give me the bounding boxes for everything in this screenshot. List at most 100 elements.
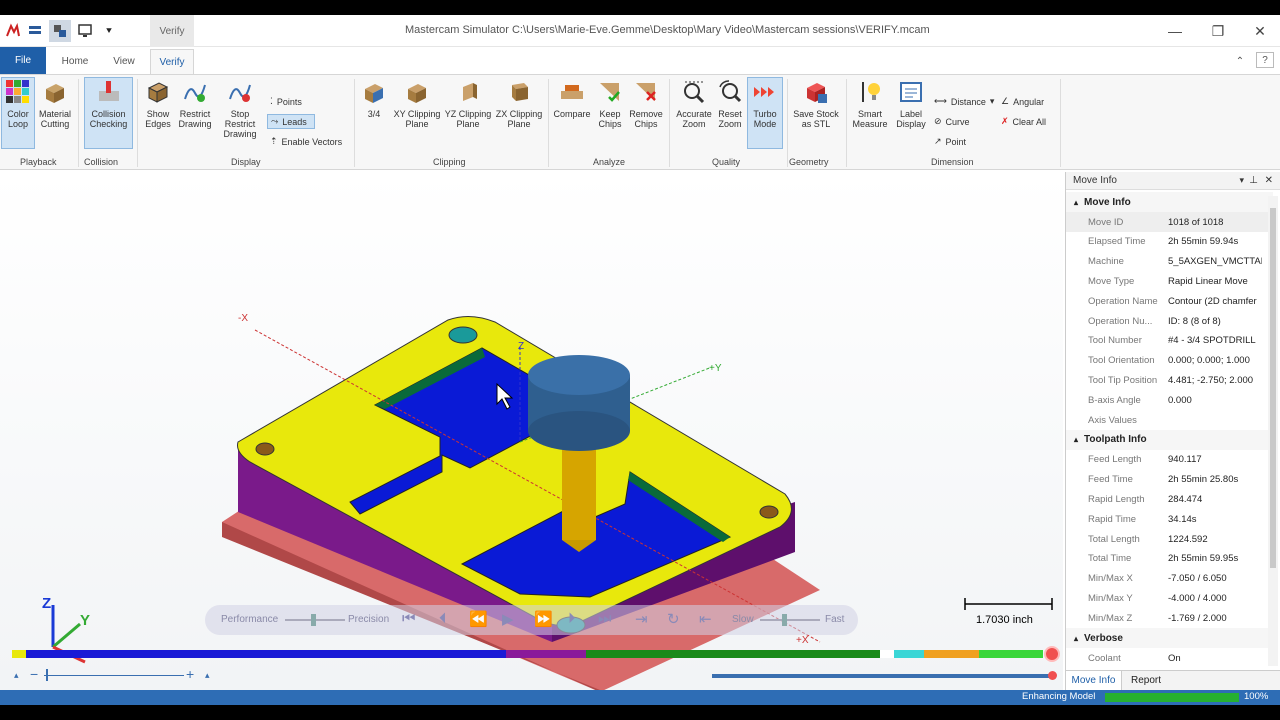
xy-clipping-plane-button[interactable]: XY Clipping Plane — [392, 78, 442, 129]
zoom-slider-thumb[interactable] — [46, 669, 48, 681]
property-section-header[interactable]: ▴ Move Info — [1066, 192, 1273, 212]
close-icon[interactable]: ✕ — [1246, 19, 1274, 43]
property-row[interactable]: Move ID 1018 of 1018 — [1066, 212, 1273, 232]
move-step-icon[interactable]: ⇥ — [635, 610, 648, 628]
operation-timeline[interactable] — [12, 650, 1057, 658]
curve-button[interactable]: ⊘ Curve — [934, 116, 970, 127]
collision-checking-button[interactable]: Collision Checking — [84, 77, 133, 149]
collapse-section-icon[interactable]: ▴ — [1074, 435, 1078, 444]
collapse-ribbon-icon[interactable]: ⌃ — [1232, 49, 1248, 74]
label-display-button[interactable]: Label Display — [892, 78, 930, 129]
show-edges-button[interactable]: Show Edges — [142, 78, 174, 129]
property-row[interactable]: Axis Values — [1066, 410, 1273, 430]
property-row[interactable]: Min/Max X -7.050 / 6.050 — [1066, 569, 1273, 589]
group-label-clipping: Clipping — [433, 157, 466, 167]
property-row[interactable]: Move Type Rapid Linear Move — [1066, 271, 1273, 291]
property-row[interactable]: Operation Nu... ID: 8 (8 of 8) — [1066, 311, 1273, 331]
property-row[interactable]: Coolant On — [1066, 648, 1273, 668]
reset-zoom-button[interactable]: Reset Zoom — [714, 78, 746, 129]
property-row[interactable]: Feed Length 940.117 — [1066, 450, 1273, 470]
zoom-slider[interactable] — [44, 675, 184, 676]
property-row[interactable]: B-axis Angle 0.000 — [1066, 390, 1273, 410]
property-key: B-axis Angle — [1088, 394, 1141, 406]
step-forward-icon[interactable]: ⏵ — [568, 610, 576, 627]
accurate-zoom-button[interactable]: Accurate Zoom — [675, 78, 713, 129]
panel-close-icon[interactable]: ✕ — [1265, 175, 1273, 186]
clear-all-button[interactable]: ✗ Clear All — [1001, 116, 1046, 127]
zoom-in-small-icon[interactable]: ▴ — [205, 670, 210, 681]
stop-restrict-drawing-button[interactable]: Stop Restrict Drawing — [215, 78, 265, 139]
property-row[interactable]: Rapid Time 34.14s — [1066, 509, 1273, 529]
quality-slider-thumb[interactable] — [311, 614, 316, 626]
yz-clipping-plane-button[interactable]: YZ Clipping Plane — [443, 78, 493, 129]
panel-scrollbar[interactable] — [1268, 196, 1278, 666]
enable-vectors-button[interactable]: ⇡ Enable Vectors — [270, 136, 342, 147]
property-section-header[interactable]: ▴ Verbose — [1066, 628, 1273, 648]
minimize-icon[interactable]: — — [1161, 19, 1189, 43]
monitor-icon[interactable] — [74, 20, 96, 42]
tab-view[interactable]: View — [104, 49, 144, 74]
position-track-handle[interactable] — [1048, 671, 1057, 680]
panel-menu-icon[interactable]: ▾ — [1239, 175, 1244, 186]
zoom-minus-icon[interactable]: − — [30, 666, 38, 682]
customize-quick-access-icon[interactable]: ⯆ — [98, 20, 120, 42]
save-stock-as-stl-button[interactable]: Save Stock as STL — [791, 78, 841, 129]
go-to-end-icon[interactable]: ⏭ — [598, 610, 612, 627]
collapse-section-icon[interactable]: ▴ — [1074, 634, 1078, 643]
layers-icon[interactable] — [24, 20, 46, 42]
color-loop-button[interactable]: Color Loop — [1, 77, 35, 149]
keep-chips-button[interactable]: Keep Chips — [594, 78, 626, 129]
position-track[interactable] — [712, 674, 1052, 678]
property-row[interactable]: Elapsed Time 2h 55min 59.94s — [1066, 232, 1273, 252]
property-row[interactable]: Feed Time 2h 55min 25.80s — [1066, 470, 1273, 490]
points-button[interactable]: ⁚ Points — [270, 96, 302, 107]
property-row[interactable]: Machine 5_5AXGEN_VMCTTAB — [1066, 252, 1273, 272]
timeline-position-handle[interactable] — [1044, 646, 1060, 662]
property-row[interactable]: Min/Max Y -4.000 / 4.000 — [1066, 588, 1273, 608]
property-row[interactable]: Total Length 1224.592 — [1066, 529, 1273, 549]
smart-measure-button[interactable]: Smart Measure — [852, 78, 888, 129]
zoom-plus-icon[interactable]: + — [186, 666, 194, 682]
speed-slider-thumb[interactable] — [782, 614, 787, 626]
loop-icon[interactable]: ↻ — [667, 610, 680, 628]
property-section-header[interactable]: ▴ Toolpath Info — [1066, 429, 1273, 450]
property-row[interactable]: Tool Number #4 - 3/4 SPOTDRILL — [1066, 331, 1273, 351]
operation-step-icon[interactable]: ⇤ — [699, 610, 712, 628]
distance-button[interactable]: ⟷ Distance ▾ — [934, 96, 994, 107]
simulation-viewport[interactable]: -X +Y +X Z Z Y 1.7030 inch Performance P… — [0, 172, 1063, 690]
property-row[interactable]: Total Time 2h 55min 59.95s — [1066, 549, 1273, 569]
tab-verify[interactable]: Verify — [150, 49, 194, 74]
restore-icon[interactable]: ❐ — [1204, 19, 1232, 43]
step-back-icon[interactable]: ⏴ — [439, 610, 447, 627]
help-icon[interactable]: ? — [1256, 52, 1274, 68]
point-button[interactable]: ↗ Point — [934, 136, 966, 147]
fast-forward-icon[interactable]: ⏩ — [534, 610, 553, 628]
play-icon[interactable]: ▶ — [502, 610, 514, 628]
pin-icon[interactable]: ⊥ — [1249, 175, 1258, 186]
zx-clipping-plane-button[interactable]: ZX Clipping Plane — [494, 78, 544, 129]
speed-slider[interactable] — [760, 619, 820, 621]
remove-chips-button[interactable]: Remove Chips — [628, 78, 664, 129]
tab-move-info[interactable]: Move Info — [1066, 671, 1122, 690]
property-row[interactable]: Operation Name Contour (2D chamfer — [1066, 291, 1273, 311]
tab-file[interactable]: File — [0, 47, 46, 74]
panel-scrollbar-thumb[interactable] — [1270, 208, 1276, 568]
property-row[interactable]: Tool Orientation 0.000; 0.000; 1.000 — [1066, 351, 1273, 371]
leads-button[interactable]: ⤳ Leads — [267, 114, 315, 129]
property-row[interactable]: Tool Tip Position 4.481; -2.750; 2.000 — [1066, 370, 1273, 390]
restrict-drawing-button[interactable]: Restrict Drawing — [177, 78, 213, 129]
collapse-section-icon[interactable]: ▴ — [1074, 198, 1078, 207]
material-cutting-button[interactable]: Material Cutting — [37, 78, 73, 129]
turbo-mode-button[interactable]: Turbo Mode — [747, 77, 783, 149]
angular-button[interactable]: ∠ Angular — [1001, 96, 1044, 107]
tab-home[interactable]: Home — [55, 49, 95, 74]
toolpath-toggle-icon[interactable] — [49, 20, 71, 42]
tab-report[interactable]: Report — [1124, 671, 1168, 690]
go-to-start-icon[interactable]: ⏮ — [402, 610, 416, 627]
property-row[interactable]: Min/Max Z -1.769 / 2.000 — [1066, 608, 1273, 628]
three-quarter-button[interactable]: 3/4 — [360, 78, 388, 119]
rewind-icon[interactable]: ⏪ — [469, 610, 488, 628]
property-row[interactable]: Rapid Length 284.474 — [1066, 489, 1273, 509]
zoom-out-small-icon[interactable]: ▴ — [14, 670, 19, 681]
compare-button[interactable]: Compare — [553, 78, 591, 119]
